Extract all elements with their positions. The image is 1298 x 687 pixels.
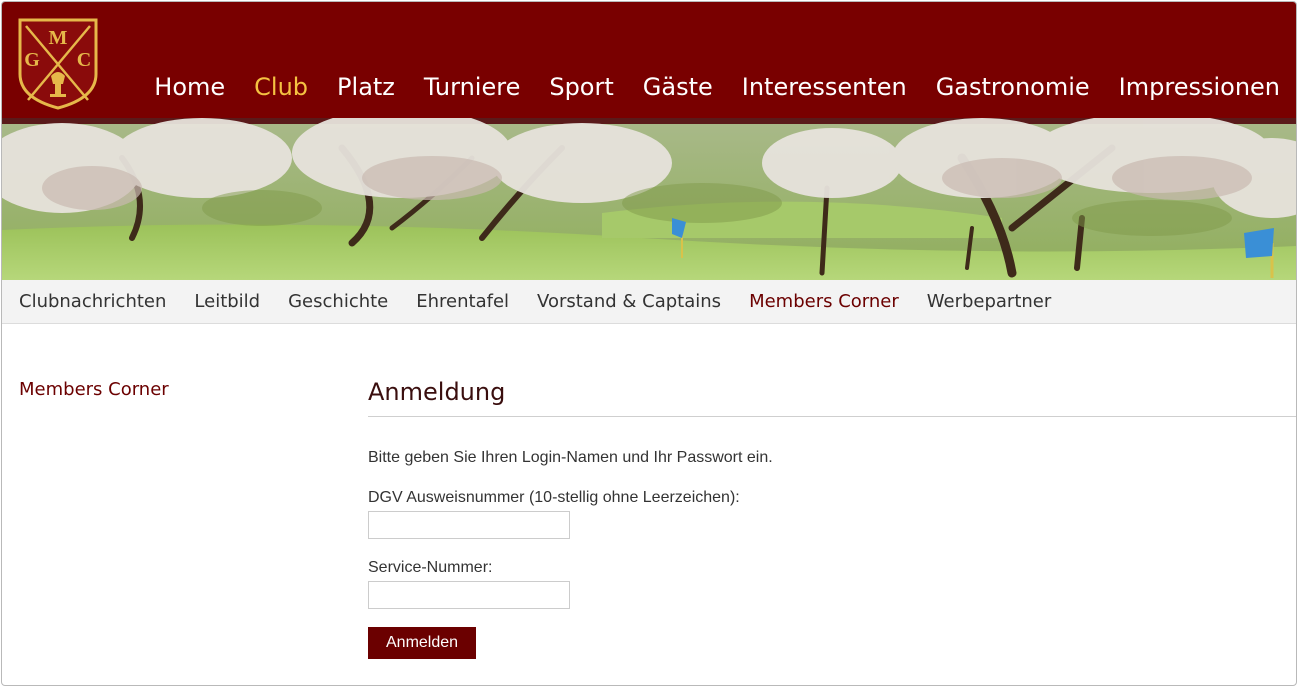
login-intro-text: Bitte geben Sie Ihren Login-Namen und Ih… [368, 449, 773, 466]
header-banner-image [2, 118, 1296, 280]
subnav-vorstand-captains[interactable]: Vorstand & Captains [523, 291, 735, 312]
nav-platz[interactable]: Platz [337, 70, 395, 104]
nav-home[interactable]: Home [154, 70, 225, 104]
golf-club-crest-icon[interactable]: M G C [18, 18, 98, 110]
subnav-members-corner[interactable]: Members Corner [735, 291, 913, 312]
login-button[interactable]: Anmelden [368, 627, 477, 659]
nav-turniere[interactable]: Turniere [424, 70, 520, 104]
dgv-number-label: DGV Ausweisnummer (10-stellig ohne Leerz… [368, 489, 740, 506]
site-header: M G C Home Club Platz Turniere Sport Gäs… [2, 2, 1296, 118]
subnav-werbepartner[interactable]: Werbepartner [913, 291, 1066, 312]
nav-club[interactable]: Club [254, 70, 308, 104]
subnav-leitbild[interactable]: Leitbild [180, 291, 274, 312]
crest-letter-m: M [49, 27, 68, 49]
subnav-clubnachrichten[interactable]: Clubnachrichten [2, 291, 180, 312]
sub-nav: Clubnachrichten Leitbild Geschichte Ehre… [2, 280, 1296, 324]
crest-letter-g: G [24, 49, 40, 71]
subnav-ehrentafel[interactable]: Ehrentafel [402, 291, 523, 312]
golf-course-photo [2, 118, 1296, 280]
nav-interessenten[interactable]: Interessenten [742, 70, 907, 104]
sidebar-members-corner-link[interactable]: Members Corner [19, 379, 169, 400]
page-frame: M G C Home Club Platz Turniere Sport Gäs… [1, 1, 1297, 686]
page-title: Anmeldung [368, 368, 1296, 417]
nav-gastronomie[interactable]: Gastronomie [936, 70, 1090, 104]
service-number-label: Service-Nummer: [368, 559, 493, 576]
subnav-geschichte[interactable]: Geschichte [274, 291, 402, 312]
dgv-number-input[interactable] [368, 511, 570, 539]
nav-sport[interactable]: Sport [549, 70, 613, 104]
main-nav: Home Club Platz Turniere Sport Gäste Int… [125, 70, 1280, 104]
service-number-input[interactable] [368, 581, 570, 609]
nav-gaeste[interactable]: Gäste [643, 70, 713, 104]
nav-impressionen[interactable]: Impressionen [1119, 70, 1280, 104]
crest-letter-c: C [77, 49, 91, 71]
login-section: Anmeldung Bitte geben Sie Ihren Login-Na… [368, 368, 1296, 659]
